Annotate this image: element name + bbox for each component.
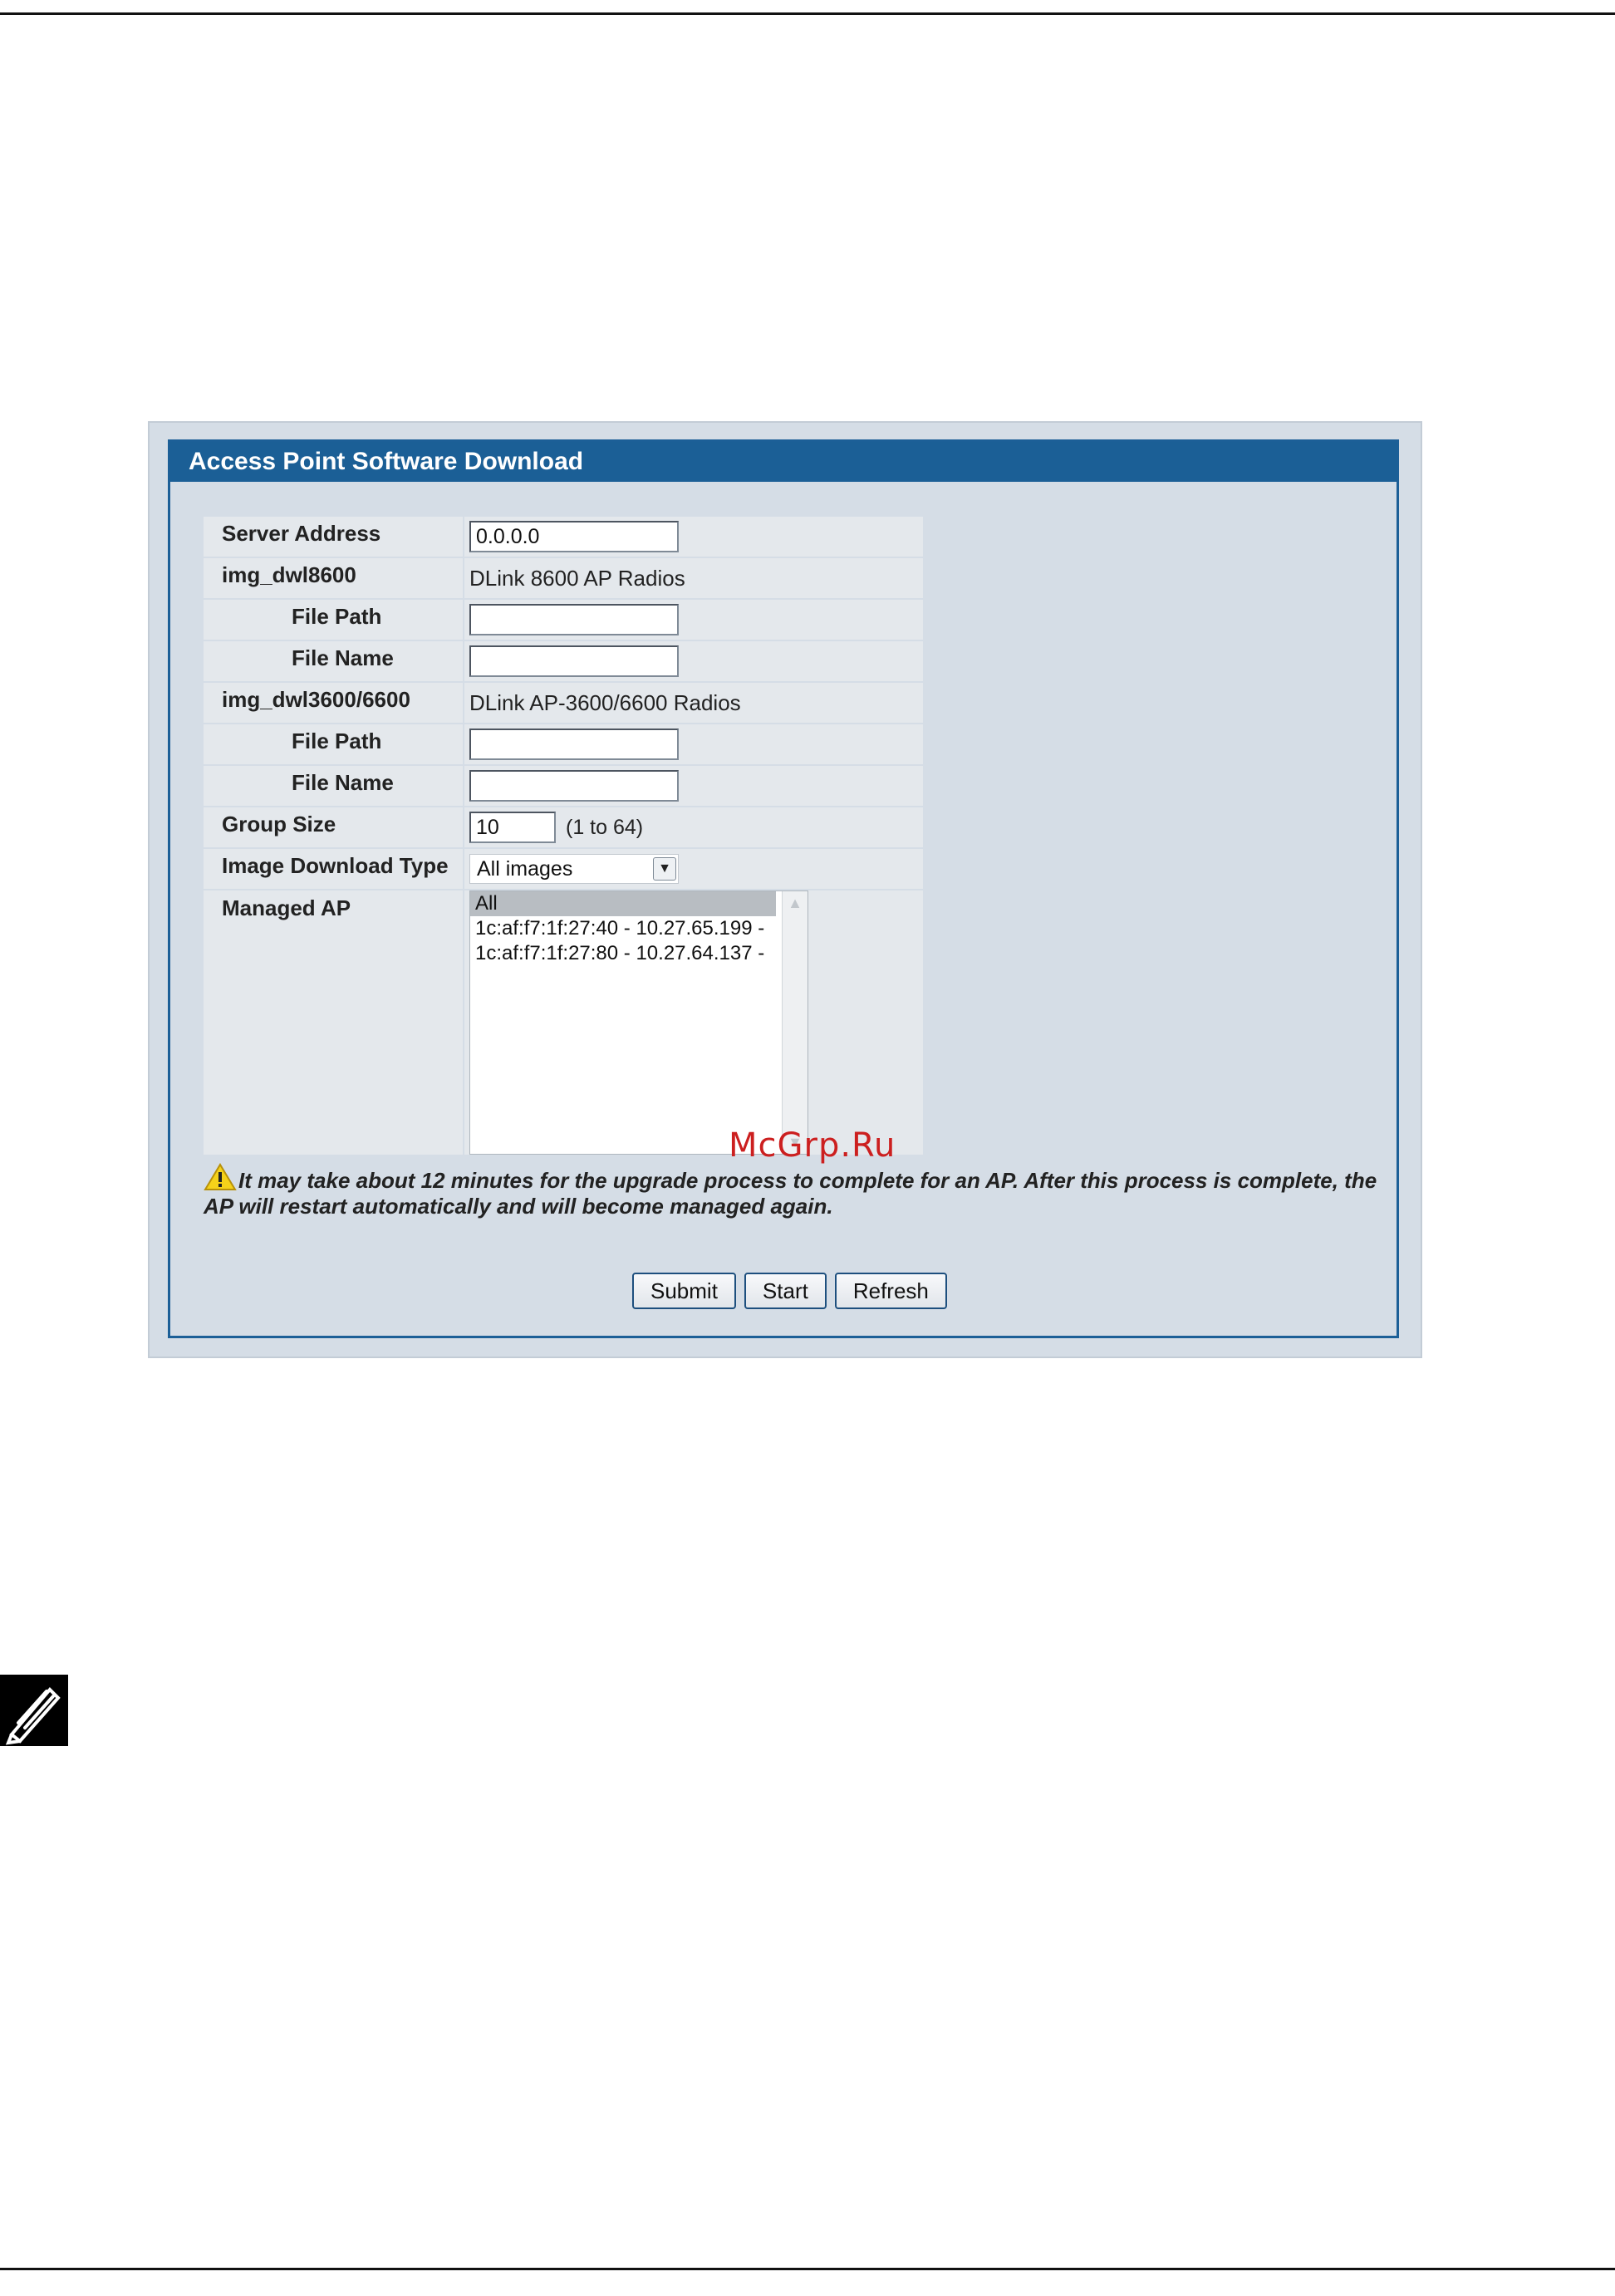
img-dwl3600-label: img_dwl3600/6600 — [204, 683, 463, 723]
managed-ap-row: Managed AP All 1c:af:f7:1f:27:40 - 10.27… — [204, 890, 923, 1155]
dwl3600-file-name-label: File Name — [204, 766, 463, 806]
access-point-download-panel: Access Point Software Download Server Ad… — [168, 439, 1399, 1338]
start-button[interactable]: Start — [744, 1273, 827, 1309]
download-form: Server Address img_dwl8600 DLink 8600 AP… — [204, 517, 923, 1156]
listbox-scrollbar[interactable]: ▲ ▼ — [782, 891, 808, 1154]
dwl3600-file-path-label: File Path — [204, 724, 463, 764]
group-size-input[interactable] — [469, 812, 556, 843]
managed-ap-option[interactable]: 1c:af:f7:1f:27:80 - 10.27.64.137 - — [470, 941, 776, 966]
dwl8600-file-path-input[interactable] — [469, 604, 679, 635]
dwl3600-file-path-input[interactable] — [469, 729, 679, 760]
managed-ap-option[interactable]: All — [470, 891, 776, 916]
dwl8600-file-path-row: File Path — [204, 600, 923, 640]
chevron-down-icon[interactable]: ▼ — [653, 857, 676, 881]
img-dwl8600-description: DLink 8600 AP Radios — [464, 558, 923, 598]
pencil-note-icon — [0, 1675, 68, 1746]
group-size-label: Group Size — [204, 807, 463, 847]
image-download-type-value: All images — [477, 857, 573, 881]
dwl3600-file-path-row: File Path — [204, 724, 923, 764]
warning-text: It may take about 12 minutes for the upg… — [204, 1168, 1377, 1219]
upgrade-warning: It may take about 12 minutes for the upg… — [204, 1163, 1383, 1219]
scroll-up-icon[interactable]: ▲ — [784, 892, 806, 914]
img-dwl8600-label: img_dwl8600 — [204, 558, 463, 598]
managed-ap-label: Managed AP — [204, 890, 463, 1155]
img-dwl3600-row: img_dwl3600/6600 DLink AP-3600/6600 Radi… — [204, 683, 923, 723]
image-download-type-select[interactable]: All images ▼ — [469, 854, 679, 884]
img-dwl3600-description: DLink AP-3600/6600 Radios — [464, 683, 923, 723]
warning-icon — [204, 1163, 237, 1190]
submit-button[interactable]: Submit — [632, 1273, 736, 1309]
screenshot-frame: Access Point Software Download Server Ad… — [148, 421, 1422, 1358]
managed-ap-listbox[interactable]: All 1c:af:f7:1f:27:40 - 10.27.65.199 - 1… — [469, 890, 808, 1155]
managed-ap-option[interactable]: 1c:af:f7:1f:27:40 - 10.27.65.199 - — [470, 916, 776, 941]
group-size-row: Group Size (1 to 64) — [204, 807, 923, 847]
dwl8600-file-name-row: File Name — [204, 641, 923, 681]
dwl3600-file-name-input[interactable] — [469, 770, 679, 802]
bottom-rule — [0, 2268, 1615, 2270]
server-address-input[interactable] — [469, 521, 679, 552]
refresh-button[interactable]: Refresh — [834, 1273, 947, 1309]
action-buttons: Submit Start Refresh — [632, 1273, 947, 1309]
group-size-hint: (1 to 64) — [566, 815, 644, 839]
server-address-row: Server Address — [204, 517, 923, 557]
image-download-type-row: Image Download Type All images ▼ — [204, 849, 923, 889]
dwl8600-file-name-label: File Name — [204, 641, 463, 681]
dwl3600-file-name-row: File Name — [204, 766, 923, 806]
watermark: McGrp.Ru — [729, 1126, 896, 1165]
image-download-type-label: Image Download Type — [204, 849, 463, 889]
img-dwl8600-row: img_dwl8600 DLink 8600 AP Radios — [204, 558, 923, 598]
dwl8600-file-path-label: File Path — [204, 600, 463, 640]
panel-title: Access Point Software Download — [170, 442, 1397, 482]
top-rule — [0, 12, 1615, 15]
server-address-label: Server Address — [204, 517, 463, 557]
dwl8600-file-name-input[interactable] — [469, 645, 679, 677]
